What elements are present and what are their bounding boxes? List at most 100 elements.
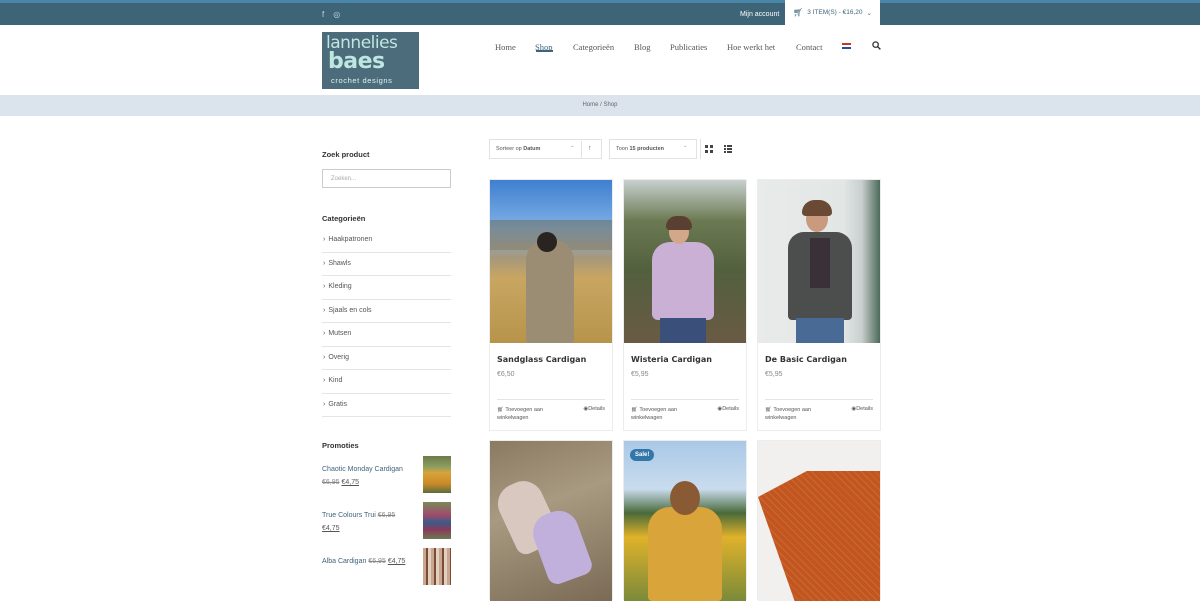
product-image[interactable]	[758, 180, 880, 343]
add-to-cart-label: Toevoegen aan winkelwagen	[765, 407, 812, 421]
nav-home[interactable]: Home	[495, 42, 516, 52]
nav-blog[interactable]: Blog	[634, 42, 651, 52]
product-title[interactable]: Sandglass Cardigan	[497, 355, 586, 364]
category-item[interactable]: › Haakpatronen	[322, 229, 451, 253]
view-toggle-group	[700, 139, 740, 159]
nav-publicaties[interactable]: Publicaties	[670, 42, 707, 52]
sidebar: Zoek product Zoeken... Categorieën › Haak…	[322, 150, 451, 601]
product-card[interactable]: Sale!	[623, 440, 747, 601]
promo-old-price: €6,95	[322, 479, 340, 486]
promo-new-price: €4,75	[322, 525, 340, 532]
search-widget-title: Zoek product	[322, 150, 370, 159]
search-icon[interactable]	[872, 41, 881, 50]
divider	[765, 399, 873, 400]
promo-name[interactable]: Chaotic Monday Cardigan	[322, 466, 403, 473]
chevron-down-icon: ⌄	[683, 143, 688, 149]
product-title[interactable]: De Basic Cardigan	[765, 355, 847, 364]
site-logo[interactable]: lannelies baes crochet designs	[322, 32, 419, 89]
nav-contact[interactable]: Contact	[796, 42, 822, 52]
details-label: Details	[722, 406, 739, 412]
sort-prefix: Sorteer op	[496, 146, 522, 152]
breadcrumb-bar: Home / Shop	[0, 95, 1200, 116]
sale-badge: Sale!	[630, 449, 655, 461]
chevron-right-icon: ›	[323, 259, 326, 267]
add-to-cart-button[interactable]: 🛒︎ Toevoegen aan winkelwagen	[631, 406, 691, 422]
category-item[interactable]: › Overig	[322, 347, 451, 370]
my-account-link[interactable]: Mijn account	[740, 11, 779, 18]
category-label: Haakpatronen	[328, 236, 373, 243]
product-price: €5,95	[765, 371, 783, 378]
promotions-widget: Promoties Chaotic Monday Cardigan €6,95 €…	[322, 441, 451, 601]
details-label: Details	[856, 406, 873, 412]
add-to-cart-button[interactable]: 🛒︎ Toevoegen aan winkelwagen	[765, 406, 825, 422]
product-card[interactable]: Wisteria Cardigan €5,95 🛒︎ Toevoegen aan…	[623, 179, 747, 431]
categories-title: Categorieën	[322, 214, 366, 223]
logo-line-2: baes	[328, 49, 385, 74]
add-to-cart-label: Toevoegen aan winkelwagen	[497, 407, 544, 421]
product-title[interactable]: Wisteria Cardigan	[631, 355, 712, 364]
promo-item[interactable]: Alba Cardigan €6,95 €4,75	[322, 548, 451, 601]
product-image[interactable]	[758, 441, 880, 601]
chevron-right-icon: ›	[323, 377, 326, 384]
sort-select[interactable]: Sorteer op Datum ⌄ ↑	[489, 139, 602, 159]
category-item[interactable]: › Gratis	[322, 394, 451, 417]
product-image[interactable]	[490, 180, 612, 343]
product-card[interactable]	[757, 440, 881, 601]
product-image[interactable]	[624, 441, 746, 601]
promo-new-price: €4,75	[387, 558, 406, 565]
product-image[interactable]	[624, 180, 746, 343]
product-image[interactable]	[490, 441, 612, 601]
social-links: f ◎	[322, 10, 340, 19]
facebook-icon[interactable]: f	[322, 10, 324, 19]
category-item[interactable]: › Kleding	[322, 276, 451, 300]
product-card[interactable]: De Basic Cardigan €5,95 🛒︎ Toevoegen aan…	[757, 179, 881, 431]
breadcrumb-home[interactable]: Home	[582, 102, 598, 108]
category-label: Overig	[328, 353, 349, 361]
instagram-icon[interactable]: ◎	[333, 10, 340, 19]
divider	[631, 399, 739, 400]
sort-value: Datum	[523, 146, 541, 152]
nav-shop[interactable]: Shop	[535, 42, 552, 52]
cart-button[interactable]: 🛒︎ 3 ITEM(S) - €16,20 ⌄	[785, 0, 880, 25]
add-to-cart-button[interactable]: 🛒︎ Toevoegen aan winkelwagen	[497, 406, 557, 422]
chevron-right-icon: ›	[323, 400, 326, 408]
dutch-flag-icon[interactable]	[842, 43, 851, 49]
chevron-right-icon: ›	[323, 353, 326, 361]
chevron-right-icon: ›	[323, 306, 326, 314]
cart-icon: 🛒︎	[793, 8, 804, 17]
category-label: Kind	[328, 377, 343, 384]
promo-thumbnail[interactable]	[423, 548, 451, 585]
cart-icon: 🛒︎	[497, 407, 504, 413]
category-item[interactable]: › Shawls	[322, 253, 451, 276]
promo-thumbnail[interactable]	[423, 502, 451, 539]
per-page-value: 15 producten	[629, 146, 665, 152]
categories-widget: Categorieën › Haakpatronen › Shawls › Kledi…	[322, 214, 451, 417]
category-item[interactable]: › Kind	[322, 370, 451, 394]
cart-icon: 🛒︎	[631, 407, 638, 413]
chevron-right-icon: ›	[323, 236, 326, 243]
nav-hoe-werkt-het[interactable]: Hoe werkt het	[727, 42, 775, 52]
add-to-cart-label: Toevoegen aan winkelwagen	[631, 407, 678, 421]
category-label: Sjaals en cols	[328, 306, 372, 314]
product-price: €6,50	[497, 371, 515, 378]
nav-categorieen[interactable]: Categorieën	[573, 42, 614, 52]
product-search-input[interactable]: Zoeken...	[322, 169, 451, 188]
promo-old-price: €6,95	[368, 558, 386, 565]
per-page-select[interactable]: Toon 15 producten ⌄	[609, 139, 697, 159]
details-button[interactable]: ◉Details	[851, 406, 873, 412]
cart-icon: 🛒︎	[765, 407, 772, 413]
category-item[interactable]: › Sjaals en cols	[322, 300, 451, 323]
per-page-prefix: Toon	[616, 146, 628, 152]
details-button[interactable]: ◉Details	[717, 406, 739, 412]
product-card[interactable]	[489, 440, 613, 601]
promo-name[interactable]: True Colours Trui	[322, 512, 376, 519]
category-item[interactable]: › Mutsen	[322, 323, 451, 347]
chevron-down-icon: ⌄	[866, 9, 872, 17]
category-list: › Haakpatronen › Shawls › Kleding › Sjaals e…	[322, 229, 451, 417]
promo-thumbnail[interactable]	[423, 456, 451, 493]
breadcrumb: Home / Shop	[0, 102, 1200, 108]
details-button[interactable]: ◉Details	[583, 406, 605, 412]
sort-direction-icon[interactable]: ↑	[581, 141, 592, 159]
promo-name[interactable]: Alba Cardigan	[322, 558, 366, 565]
product-card[interactable]: Sandglass Cardigan €6,50 🛒︎ Toevoegen aa…	[489, 179, 613, 431]
